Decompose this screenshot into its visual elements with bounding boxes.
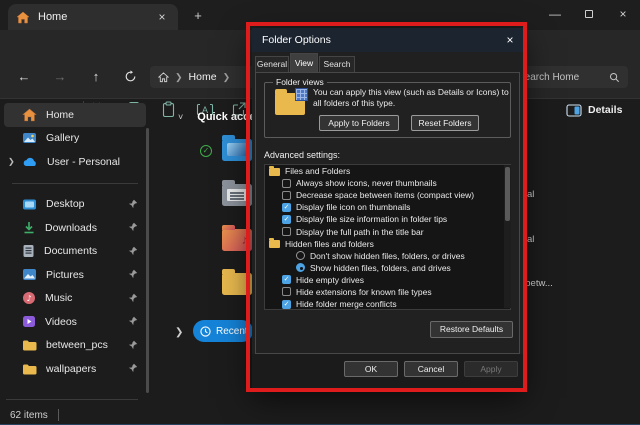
svg-text:♪: ♪ [26,294,31,303]
background-text-fragment: al [527,189,534,200]
sidebar-divider [12,183,138,184]
sidebar-item-home[interactable]: Home [4,103,146,127]
status-divider [58,409,59,421]
gallery-icon [22,131,37,145]
pin-icon [128,199,138,209]
background-text-fragment: al [527,234,534,245]
sidebar-item-gallery[interactable]: Gallery [4,127,146,151]
onedrive-cloud-icon [22,156,38,168]
sidebar-bottom-divider [6,399,138,400]
sidebar-item-desktop[interactable]: Desktop [4,193,146,217]
item-count: 62 items [10,410,48,421]
sidebar-item-videos[interactable]: Videos [4,310,146,334]
chevron-down-icon[interactable]: ˅ [178,112,183,122]
pin-icon [128,363,138,373]
documents-icon [22,244,35,258]
minimize-icon[interactable]: — [538,0,572,28]
folder-icon [22,363,37,375]
pictures-icon [22,268,37,281]
back-icon[interactable]: ← [12,66,36,88]
folder-icon [22,339,37,351]
sidebar-item-label: Music [45,292,72,304]
clock-icon [200,326,211,337]
close-window-icon[interactable]: × [606,0,640,28]
chevron-right-icon: ❯ [175,72,183,83]
sidebar-scrollbar[interactable] [146,128,149,393]
chevron-right-icon: ❯ [223,72,231,83]
sync-check-icon: ✓ [200,145,212,157]
breadcrumb-home[interactable]: Home [189,71,217,83]
sidebar-item-label: between_pcs [46,339,108,351]
status-bar: 62 items [0,405,640,425]
sidebar-item-label: Pictures [46,269,84,281]
sidebar-item-label: Documents [44,245,97,257]
up-icon[interactable]: ↑ [84,66,108,88]
sidebar-item-user-personal[interactable]: ❯ User - Personal [4,150,146,174]
add-tab-icon[interactable]: + [188,6,208,26]
recent-filter-pill[interactable]: Recent [193,320,253,342]
videos-icon [22,315,36,328]
sidebar-item-downloads[interactable]: Downloads [4,216,146,240]
forward-icon[interactable]: → [48,66,72,88]
sidebar-item-label: Home [46,109,74,121]
sidebar-item-label: Videos [45,316,77,328]
pin-icon [128,222,138,232]
home-breadcrumb-icon [158,72,169,83]
chevron-right-icon[interactable]: ❯ [8,157,22,166]
sidebar-item-wallpapers[interactable]: wallpapers [4,357,146,381]
sidebar-item-label: wallpapers [46,363,96,375]
search-icon [609,72,620,83]
sidebar-item-label: Gallery [46,132,79,144]
desktop-icon [22,198,37,211]
sidebar-item-between-pcs[interactable]: between_pcs [4,334,146,358]
sidebar-item-label: Downloads [45,222,97,234]
pin-icon [128,293,138,303]
pin-icon [128,316,138,326]
home-icon [16,11,30,24]
downloads-icon [22,221,36,235]
chevron-right-icon[interactable]: ❯ [175,327,183,338]
pin-icon [128,269,138,279]
tab-title: Home [38,11,154,23]
music-icon: ♪ [22,291,36,305]
refresh-icon[interactable] [118,66,142,88]
tab-close-icon[interactable]: × [154,10,170,24]
house-icon [22,108,37,122]
pin-icon [128,340,138,350]
sidebar-item-music[interactable]: ♪ Music [4,287,146,311]
pin-icon [128,246,138,256]
maximize-icon[interactable] [572,0,606,28]
explorer-tab-home[interactable]: Home × [8,4,178,30]
recent-label: Recent [216,326,248,337]
sidebar-item-documents[interactable]: Documents [4,240,146,264]
file-explorer-window: Home × + — × ← → ↑ ❯ Home ❯ Search Home [0,0,640,425]
navigation-sidebar: Home Gallery ❯ User - Personal Desktop [0,99,150,405]
sidebar-item-pictures[interactable]: Pictures [4,263,146,287]
sidebar-item-label: User - Personal [47,156,120,168]
annotation-highlight-box [246,22,527,392]
sidebar-item-label: Desktop [46,198,85,210]
